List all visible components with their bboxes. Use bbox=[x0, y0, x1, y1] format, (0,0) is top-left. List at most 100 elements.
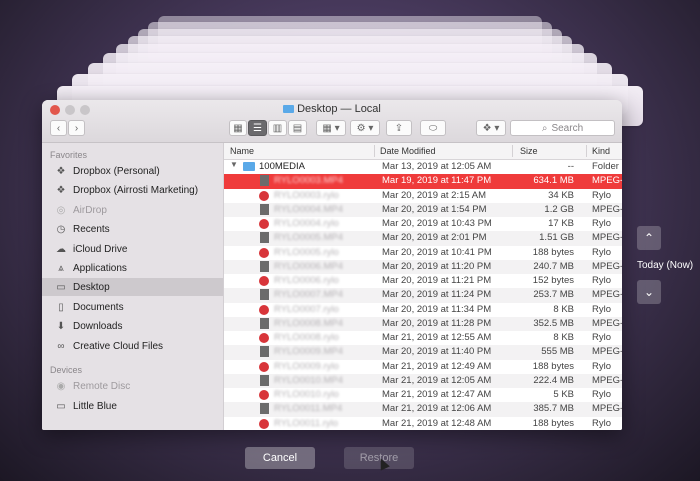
rylo-file-icon bbox=[259, 219, 269, 229]
table-row[interactable]: RYLO0009.rylo Mar 21, 2019 at 12:49 AM 188… bbox=[224, 360, 622, 374]
folder-icon bbox=[243, 162, 255, 171]
column-divider[interactable] bbox=[586, 145, 587, 157]
sidebar-item-recents[interactable]: ◷ Recents bbox=[42, 220, 223, 238]
timeline-down-button[interactable]: ⌄ bbox=[637, 280, 661, 304]
icon-view-button[interactable]: ▦ bbox=[229, 120, 247, 136]
share-button[interactable]: ⇪ bbox=[386, 120, 412, 136]
file-date: Mar 21, 2019 at 12:55 AM bbox=[382, 332, 492, 343]
group-icon: ▦ ▾ bbox=[322, 122, 340, 134]
file-date: Mar 21, 2019 at 12:05 AM bbox=[382, 374, 492, 386]
table-row[interactable]: RYLO0010.MP4 Mar 21, 2019 at 12:05 AM 222.… bbox=[224, 373, 622, 388]
table-row[interactable]: RYLO0011.MP4 Mar 21, 2019 at 12:06 AM 385.… bbox=[224, 402, 622, 417]
columns-icon: ▥ bbox=[272, 122, 283, 134]
file-kind: MPEG-4 bbox=[592, 317, 622, 329]
tag-icon: ⬭ bbox=[428, 122, 438, 134]
gallery-view-button[interactable]: ▤ bbox=[288, 120, 307, 136]
sidebar-item-dropbox-airrosti[interactable]: ❖ Dropbox (Airrosti Marketing) bbox=[42, 181, 223, 199]
disclosure-triangle-icon[interactable]: ▼ bbox=[230, 160, 238, 169]
gear-icon: ⚙ ▾ bbox=[356, 122, 374, 134]
timeline-up-button[interactable]: ⌃ bbox=[637, 226, 661, 250]
file-date: Mar 21, 2019 at 12:47 AM bbox=[382, 389, 492, 400]
sidebar-item-documents[interactable]: ▯ Documents bbox=[42, 298, 223, 316]
column-view-button[interactable]: ▥ bbox=[268, 120, 287, 136]
video-file-icon bbox=[260, 203, 269, 215]
chevron-up-icon: ⌃ bbox=[643, 231, 655, 245]
table-row[interactable]: RYLO0004.rylo Mar 20, 2019 at 10:43 PM 17 … bbox=[224, 217, 622, 231]
file-date: Mar 20, 2019 at 11:40 PM bbox=[382, 346, 492, 358]
file-kind: MPEG-4 bbox=[592, 175, 622, 187]
file-kind: Rylo bbox=[592, 275, 612, 286]
file-kind: Rylo bbox=[592, 218, 612, 229]
table-row[interactable]: RYLO0007.MP4 Mar 20, 2019 at 11:24 PM 253.… bbox=[224, 288, 622, 303]
forward-button[interactable]: › bbox=[68, 120, 85, 136]
table-row[interactable]: RYLO0011.rylo Mar 21, 2019 at 12:48 AM 188… bbox=[224, 417, 622, 431]
table-row-selected[interactable]: RYLO0003.MP4 Mar 19, 2019 at 11:47 PM 634.… bbox=[224, 174, 622, 189]
file-size: 1.51 GB bbox=[539, 232, 574, 244]
table-row[interactable]: RYLO0007.rylo Mar 20, 2019 at 11:34 PM 8 K… bbox=[224, 303, 622, 317]
file-name: RYLO0005.MP4 bbox=[274, 232, 344, 244]
documents-icon: ▯ bbox=[58, 301, 64, 313]
table-row[interactable]: RYLO0006.rylo Mar 20, 2019 at 11:21 PM 152… bbox=[224, 274, 622, 288]
sidebar-item-downloads[interactable]: ⬇ Downloads bbox=[42, 317, 223, 335]
applications-icon: ⩓ bbox=[58, 262, 64, 274]
sidebar-item-airdrop[interactable]: ◎ AirDrop bbox=[42, 201, 223, 219]
file-kind: MPEG-4 bbox=[592, 260, 622, 272]
file-name: RYLO0009.rylo bbox=[274, 360, 339, 372]
column-divider[interactable] bbox=[374, 145, 375, 157]
column-header-size[interactable]: Size bbox=[520, 146, 538, 156]
sidebar-item-little-blue[interactable]: ▭ Little Blue bbox=[42, 397, 223, 415]
sidebar-item-dropbox-personal[interactable]: ❖ Dropbox (Personal) bbox=[42, 162, 223, 180]
search-field[interactable]: ⌕ Search bbox=[510, 120, 615, 136]
file-size: 385.7 MB bbox=[533, 403, 574, 415]
column-header-date[interactable]: Date Modified bbox=[380, 146, 436, 156]
table-row[interactable]: RYLO0006.MP4 Mar 20, 2019 at 11:20 PM 240.… bbox=[224, 259, 622, 274]
tags-button[interactable]: ⬭ bbox=[420, 120, 446, 136]
list-view-button[interactable]: ☰ bbox=[248, 120, 267, 136]
column-divider[interactable] bbox=[512, 145, 513, 157]
cancel-button[interactable]: Cancel bbox=[245, 447, 315, 469]
file-date: Mar 13, 2019 at 12:05 AM bbox=[382, 161, 492, 172]
file-kind: MPEG-4 bbox=[592, 374, 622, 386]
file-name: RYLO0011.rylo bbox=[274, 417, 339, 429]
column-header-kind[interactable]: Kind bbox=[592, 146, 610, 156]
file-kind: MPEG-4 bbox=[592, 289, 622, 301]
file-date: Mar 20, 2019 at 2:15 AM bbox=[382, 189, 487, 201]
sidebar-item-icloud-drive[interactable]: ☁ iCloud Drive bbox=[42, 240, 223, 258]
back-button[interactable]: ‹ bbox=[50, 120, 67, 136]
file-name: RYLO0007.MP4 bbox=[274, 289, 344, 301]
sidebar-item-creative-cloud[interactable]: ∞ Creative Cloud Files bbox=[42, 337, 223, 355]
file-size: 253.7 MB bbox=[533, 289, 574, 301]
table-row[interactable]: RYLO0005.rylo Mar 20, 2019 at 10:41 PM 188… bbox=[224, 246, 622, 260]
video-file-icon bbox=[260, 403, 269, 415]
table-row[interactable]: RYLO0005.MP4 Mar 20, 2019 at 2:01 PM 1.51 … bbox=[224, 231, 622, 246]
file-name: RYLO0010.rylo bbox=[274, 389, 339, 400]
table-row[interactable]: RYLO0009.MP4 Mar 20, 2019 at 11:40 PM 555 … bbox=[224, 345, 622, 360]
table-row[interactable]: RYLO0003.rylo Mar 20, 2019 at 2:15 AM 34 K… bbox=[224, 189, 622, 203]
group-button[interactable]: ▦ ▾ bbox=[316, 120, 346, 136]
file-date: Mar 21, 2019 at 12:06 AM bbox=[382, 403, 492, 415]
column-header-name[interactable]: Name bbox=[230, 146, 254, 156]
file-kind: Rylo bbox=[592, 189, 612, 201]
file-kind: MPEG-4 bbox=[592, 203, 622, 215]
sidebar-item-desktop[interactable]: ▭ Desktop bbox=[42, 278, 223, 296]
file-date: Mar 20, 2019 at 11:28 PM bbox=[382, 317, 492, 329]
sidebar-item-remote-disc[interactable]: ◉ Remote Disc bbox=[42, 377, 223, 395]
file-name: 100MEDIA bbox=[259, 161, 305, 172]
file-date: Mar 21, 2019 at 12:49 AM bbox=[382, 360, 492, 372]
file-name: RYLO0009.MP4 bbox=[274, 346, 344, 358]
table-row[interactable]: RYLO0008.rylo Mar 21, 2019 at 12:55 AM 8 K… bbox=[224, 331, 622, 345]
file-date: Mar 21, 2019 at 12:48 AM bbox=[382, 417, 492, 429]
file-size: 1.2 GB bbox=[544, 203, 574, 215]
sidebar-item-applications[interactable]: ⩓ Applications bbox=[42, 259, 223, 277]
file-kind: Rylo bbox=[592, 246, 612, 258]
file-size: 352.5 MB bbox=[533, 317, 574, 329]
action-button[interactable]: ⚙ ▾ bbox=[350, 120, 380, 136]
table-row[interactable]: RYLO0010.rylo Mar 21, 2019 at 12:47 AM 5 K… bbox=[224, 388, 622, 402]
dropbox-button[interactable]: ❖ ▾ bbox=[476, 120, 506, 136]
table-row[interactable]: ▼ 100MEDIA Mar 13, 2019 at 12:05 AM -- Folde… bbox=[224, 160, 622, 174]
cloud-icon: ☁ bbox=[56, 243, 66, 255]
table-row[interactable]: RYLO0008.MP4 Mar 20, 2019 at 11:28 PM 352.… bbox=[224, 316, 622, 331]
table-row[interactable]: RYLO0004.MP4 Mar 20, 2019 at 1:54 PM 1.2 G… bbox=[224, 202, 622, 217]
disc-icon: ◉ bbox=[56, 380, 66, 392]
file-size: 240.7 MB bbox=[533, 260, 574, 272]
